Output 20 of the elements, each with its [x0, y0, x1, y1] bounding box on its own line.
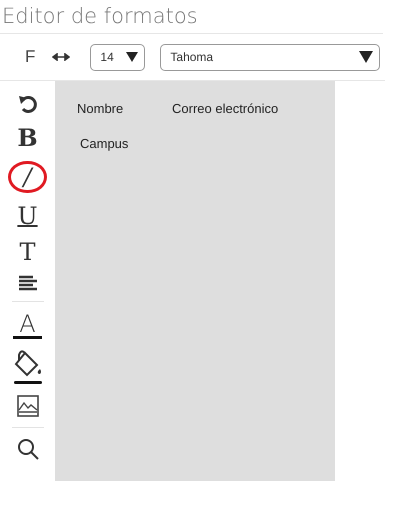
align-left-icon[interactable]: [18, 275, 38, 291]
image-icon[interactable]: [16, 395, 38, 417]
field-label[interactable]: Correo electrónico: [172, 101, 278, 116]
italic-tool[interactable]: /: [8, 161, 47, 193]
font-size-dropdown[interactable]: 14: [90, 44, 146, 70]
caret-icon: [359, 51, 374, 63]
double-arrow-icon[interactable]: [52, 53, 70, 61]
font-label: F: [25, 47, 36, 67]
field-label[interactable]: Campus: [80, 136, 128, 151]
field-label[interactable]: Nombre: [77, 101, 124, 116]
font-color-tool[interactable]: A: [13, 312, 42, 339]
page-title: Editor de formatos: [0, 0, 383, 34]
font-dropdown[interactable]: Tahoma: [160, 44, 380, 70]
fill-bucket-icon[interactable]: [12, 349, 42, 385]
text-tool[interactable]: T: [15, 239, 40, 265]
search-icon[interactable]: [16, 438, 38, 460]
bold-tool[interactable]: B: [13, 125, 42, 151]
undo-icon[interactable]: [16, 93, 38, 115]
underline-tool[interactable]: U: [13, 203, 42, 229]
caret-icon: [126, 52, 138, 62]
